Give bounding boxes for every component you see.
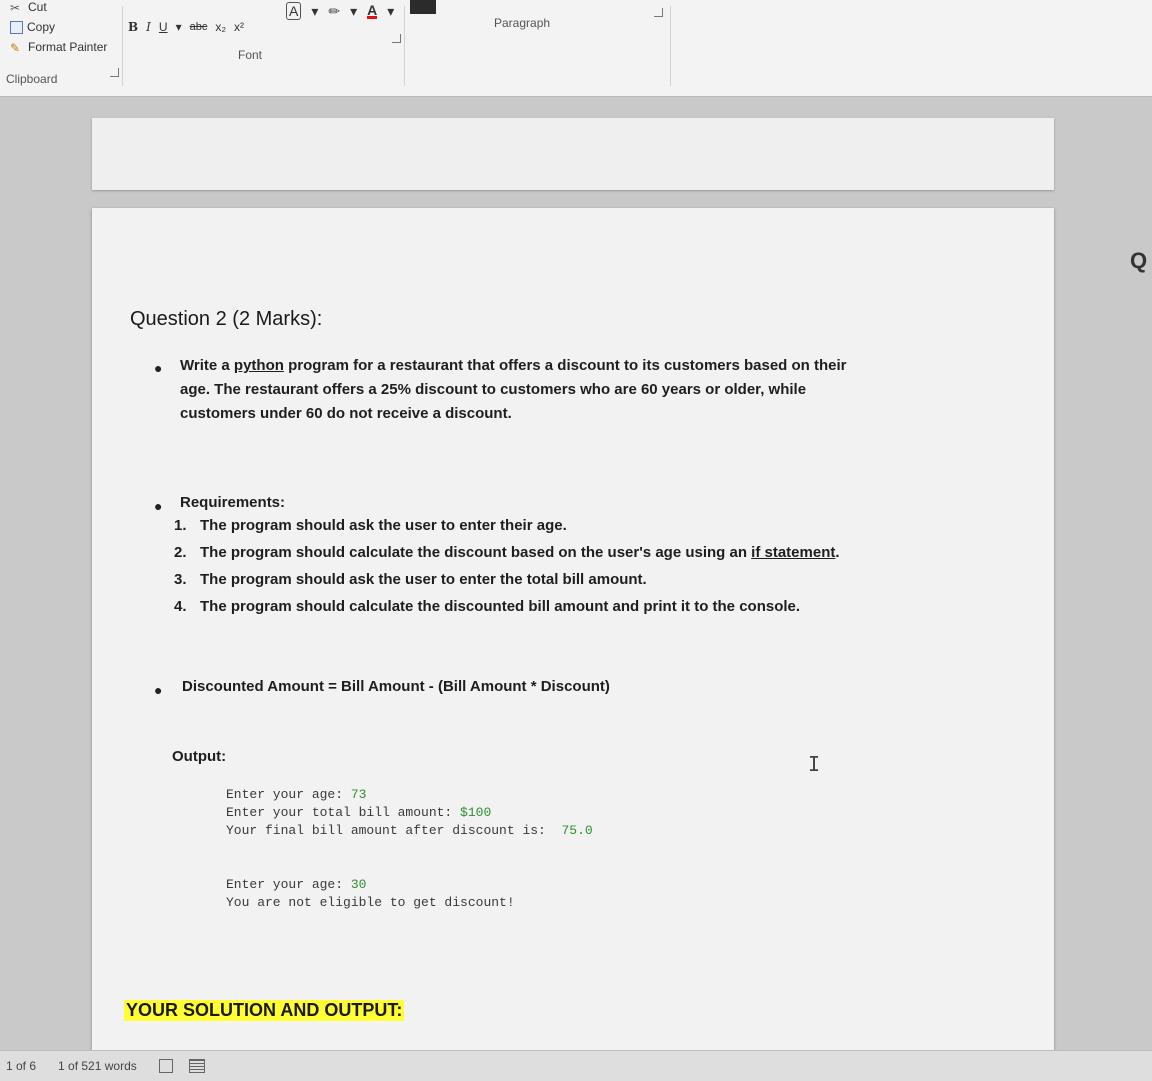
- bullet-icon: ●: [154, 682, 163, 698]
- side-pane-letter: Q: [1130, 248, 1148, 273]
- word-count[interactable]: 1 of 521 words: [58, 1059, 137, 1073]
- paragraph-launcher-icon[interactable]: [654, 8, 663, 17]
- scissors-icon: ✂: [10, 1, 21, 15]
- bullet-icon: ●: [154, 498, 163, 514]
- cut-button[interactable]: ✂ Cut: [10, 0, 47, 15]
- text-cursor-icon: I: [808, 752, 821, 776]
- list-item: 4. The program should calculate the disco…: [174, 598, 801, 615]
- underline-dropdown-icon[interactable]: ▾: [176, 20, 182, 34]
- clipboard-launcher-icon[interactable]: [110, 68, 119, 77]
- intro-prefix: Write a: [180, 357, 234, 374]
- highlight-dropdown-icon[interactable]: ▾: [350, 3, 357, 20]
- format-painter-button[interactable]: ✎ Format Painter: [10, 40, 108, 55]
- copy-label: Copy: [27, 20, 56, 34]
- group-divider: [670, 6, 671, 86]
- list-item: 2. The program should calculate the disco…: [174, 544, 840, 561]
- font-group-label: Font: [238, 48, 263, 62]
- console-output-2: Enter your age: 30 You are not eligible …: [226, 877, 515, 910]
- layout-icon[interactable]: [188, 1059, 205, 1073]
- list-item: 3. The program should ask the user to ent…: [174, 571, 647, 588]
- question-title: Question 2 (2 Marks):: [130, 308, 323, 330]
- intro-paragraph: Write a python program for a restaurant …: [180, 354, 847, 426]
- paragraph-group-label: Paragraph: [494, 16, 551, 30]
- style-swatch[interactable]: [410, 0, 436, 14]
- paintbrush-icon: ✎: [10, 41, 21, 55]
- previous-page-bottom: [92, 118, 1054, 190]
- intro-line2: age. The restaurant offers a 25% discoun…: [180, 381, 807, 398]
- list-item: 1. The program should ask the user to ent…: [174, 517, 567, 534]
- text-effects-dropdown-icon[interactable]: ▾: [311, 3, 318, 20]
- font-color-icon[interactable]: A: [367, 3, 378, 19]
- document-page[interactable]: Question 2 (2 Marks): ● Write a python p…: [92, 208, 1054, 1050]
- italic-button[interactable]: I: [146, 20, 151, 34]
- group-divider: [122, 6, 123, 86]
- formula-text: Discounted Amount = Bill Amount - (Bill …: [182, 678, 610, 695]
- ribbon: ✂ Cut Copy ✎ Format Painter Clipboard B …: [0, 0, 1152, 97]
- strikethrough-button[interactable]: abc: [190, 21, 208, 33]
- intro-link-word: python: [233, 357, 284, 374]
- clipboard-group-label: Clipboard: [6, 72, 58, 86]
- underline-button[interactable]: U: [159, 20, 168, 34]
- console-output-1: Enter your age: 73 Enter your total bill…: [226, 787, 593, 838]
- bullet-icon: ●: [154, 360, 163, 376]
- solution-heading: YOUR SOLUTION AND OUTPUT:: [124, 1000, 405, 1021]
- copy-icon: [10, 20, 23, 34]
- font-color-dropdown-icon[interactable]: ▾: [387, 3, 394, 20]
- requirements-list: 1. The program should ask the user to ent…: [174, 512, 840, 620]
- status-bar: 1 of 6 1 of 521 words: [0, 1050, 1152, 1081]
- requirements-title: Requirements:: [180, 494, 286, 511]
- highlight-icon[interactable]: ✏: [328, 3, 340, 20]
- font-format-tools: B I U ▾ abc x₂ x²: [128, 20, 244, 34]
- output-label: Output:: [172, 748, 227, 765]
- proofing-icon[interactable]: [158, 1059, 173, 1073]
- format-painter-label: Format Painter: [28, 40, 108, 54]
- font-launcher-icon[interactable]: [392, 34, 401, 43]
- font-effects-tools: A ▾ ✏ ▾ A ▾: [286, 2, 394, 20]
- cut-label: Cut: [28, 0, 47, 14]
- intro-line1-rest: program for a restaurant that offers a d…: [283, 357, 847, 374]
- bold-button[interactable]: B: [128, 20, 138, 34]
- subscript-button[interactable]: x₂: [215, 20, 226, 34]
- intro-line3: customers under 60 do not receive a disc…: [180, 405, 512, 422]
- page-count[interactable]: 1 of 6: [6, 1059, 36, 1073]
- group-divider: [404, 6, 405, 86]
- superscript-button[interactable]: x²: [234, 20, 244, 34]
- copy-button[interactable]: Copy: [10, 20, 55, 34]
- text-effects-icon[interactable]: A: [286, 2, 302, 20]
